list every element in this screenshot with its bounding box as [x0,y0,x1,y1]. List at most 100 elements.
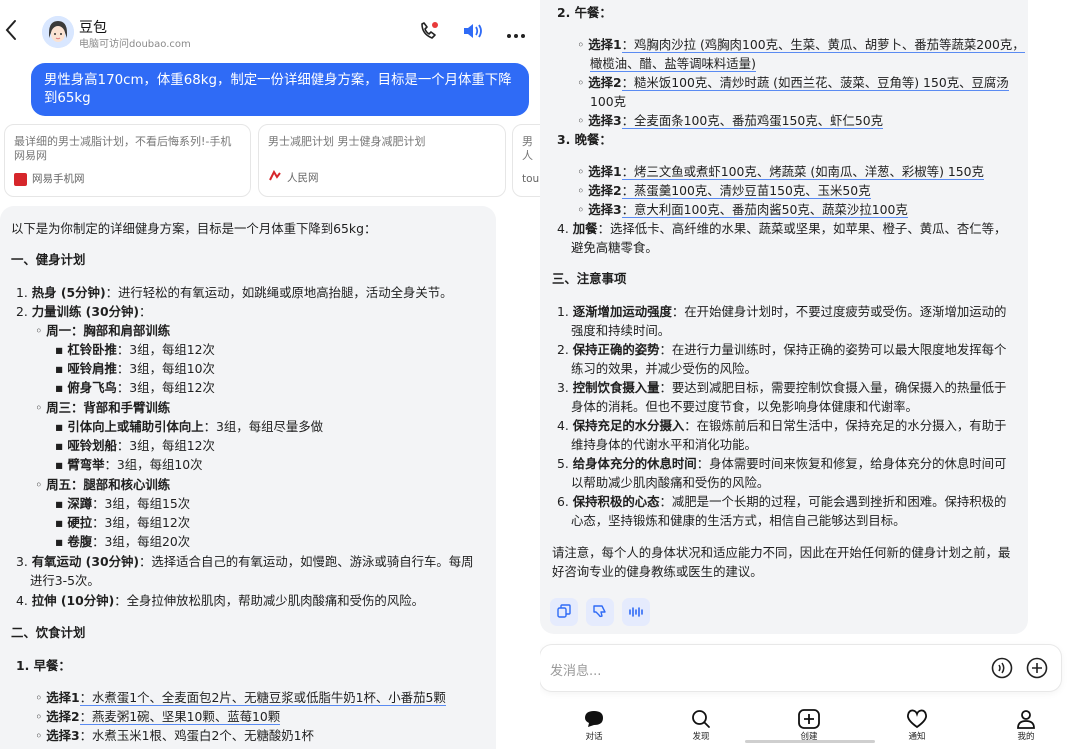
netease-logo-icon [14,172,27,186]
section-heading: 三、注意事项 [552,271,627,286]
list-item: ◦ 选择2：糙米饭100克、清炒时蔬 (如西兰花、菠菜、豆角等) 150克、豆腐… [577,75,1009,91]
reference-title: 男士减肥计划 男士健身减肥计划 [268,135,426,148]
list-item: 3. 控制饮食摄入量：要达到减肥目标，需要控制饮食摄入量，确保摄入的热量低于 [557,380,1007,395]
right-screen: 2. 午餐： ◦ 选择1：鸡胸肉沙拉 (鸡胸肉100克、生菜、黄瓜、胡萝卜、番茄… [540,0,1080,749]
reference-source: 网易手机网 [32,173,85,185]
tab-me[interactable]: 我的 [996,708,1056,742]
reference-title: 最详细的男士减脂计划，不看后悔系列!-手机网易网 [14,135,232,162]
back-icon[interactable] [4,18,26,46]
list-item: 2. 力量训练 (30分钟)： [16,304,152,319]
list-item: ▪ 杠铃卧推：3组，每组12次 [55,342,215,357]
list-item-continued: 100克 [590,94,627,109]
message-input[interactable]: 发消息... [550,660,601,679]
list-item: 6. 保持积极的心态：减肥是一个长期的过程，可能会遇到挫折和困难。保持积极的 [557,494,1007,509]
list-item: ◦ 选择3：意大利面100克、番茄肉酱50克、蔬菜沙拉100克 [577,202,908,218]
list-item: ◦ 选择1：水煮蛋1个、全麦面包2片、无糖豆浆或低脂牛奶1杯、小番茄5颗 [35,690,446,706]
list-item: ▪ 卷腹：3组，每组20次 [55,534,191,549]
list-item: 2. 保持正确的姿势：在进行力量训练时，保持正确的姿势可以最大限度地发挥每个 [557,342,1007,357]
reference-card[interactable]: 男士减肥计划 男士健身减肥计划 人民网 [258,124,506,197]
dislike-button[interactable] [586,598,614,626]
left-screen: 豆包 电脑可访问doubao.com 男性身高170cm，体重68kg，制定一份… [0,0,540,749]
list-item-continued: 身体的消耗。但也不要过度节食，以免影响身体健康和代谢率。 [571,399,918,414]
list-item: ◦ 周三：背部和手臂训练 [35,400,171,415]
meal-heading: 2. 午餐： [557,5,612,20]
read-aloud-button[interactable] [622,598,650,626]
more-icon[interactable] [506,24,526,43]
list-item-continued: 进行3-5次。 [30,573,100,588]
tab-discover[interactable]: 发现 [671,708,731,742]
list-item: ◦ 选择1：鸡胸肉沙拉 (鸡胸肉100克、生菜、黄瓜、胡萝卜、番茄等蔬菜200克… [577,37,1025,53]
reference-card[interactable]: 最详细的男士减脂计划，不看后悔系列!-手机网易网 网易手机网 [4,124,251,197]
create-icon [779,708,839,730]
list-item: 1. 热身 (5分钟)：进行轻松的有氧运动，如跳绳或原地高抬腿，活动全身关节。 [16,285,453,300]
tab-label: 对话 [585,732,603,742]
section-heading: 二、饮食计划 [11,625,86,640]
list-item-continued: 维持身体的代谢水平和消化功能。 [571,437,757,452]
list-item-continued: 心态，坚持锻炼和健康的生活方式，相信自己能够达到目标。 [571,513,906,528]
assistant-answer-part-1: 以下是为你制定的详细健身方案，目标是一个月体重下降到65kg： 一、健身计划 1… [0,206,496,749]
list-item-continued: 强度和持续时间。 [571,323,671,338]
list-item: ◦ 周一：胸部和肩部训练 [35,323,171,338]
meal-heading: 1. 早餐： [16,658,71,673]
list-item: ◦ 周五：腿部和核心训练 [35,477,171,492]
thumbs-down-icon [592,603,608,622]
tab-label: 我的 [1017,732,1035,742]
peoples-daily-logo-icon [268,169,282,186]
answer-intro: 以下是为你制定的详细健身方案，目标是一个月体重下降到65kg： [11,221,377,236]
list-item: 1. 逐渐增加运动强度：在开始健身计划时，不要过度疲劳或受伤。逐渐增加运动的 [557,304,1007,319]
list-item: ▪ 俯身飞鸟：3组，每组12次 [55,380,215,395]
list-item: ◦ 选择1：烤三文鱼或煮虾100克、烤蔬菜 (如南瓜、洋葱、彩椒等) 150克 [577,164,984,180]
list-item: 4. 保持充足的水分摄入：在锻炼前后和日常生活中，保持充足的水分摄入，有助于 [557,418,1007,433]
tab-label: 发现 [692,732,710,742]
list-item: ▪ 哑铃肩推：3组，每组10次 [55,361,215,376]
reference-title: 男人 [522,135,533,162]
list-item: 4. 加餐：选择低卡、高纤维的水果、蔬菜或坚果，如苹果、橙子、黄瓜、杏仁等， [557,221,1007,236]
bot-name: 豆包 [79,20,107,36]
list-item-continued: 避免高糖零食。 [571,240,658,255]
chat-header: 豆包 电脑可访问doubao.com [0,0,540,64]
list-item: ▪ 哑铃划船：3组，每组12次 [55,438,215,453]
tab-notifications[interactable]: 通知 [887,708,947,742]
copy-button[interactable] [550,598,578,626]
heart-icon [887,708,947,730]
assistant-answer-part-2: 2. 午餐： ◦ 选择1：鸡胸肉沙拉 (鸡胸肉100克、生菜、黄瓜、胡萝卜、番茄… [540,0,1028,634]
reference-source: 人民网 [287,172,319,184]
voice-call-icon[interactable] [991,657,1013,683]
list-item: ▪ 臂弯举：3组，每组10次 [55,457,203,472]
list-item: ◦ 选择2：蒸蛋羹100克、清炒豆苗150克、玉米50克 [577,183,871,199]
speaker-icon[interactable] [462,21,484,45]
message-composer[interactable]: 发消息... [540,645,1061,691]
meal-heading: 3. 晚餐： [557,132,612,147]
list-item: ▪ 深蹲：3组，每组15次 [55,496,191,511]
tab-chat[interactable]: 对话 [564,708,624,742]
list-item-continued: 以帮助减少肌肉酸痛和受伤的风险。 [571,475,770,490]
list-item: ▪ 硬拉：3组，每组12次 [55,515,191,530]
bot-subtitle: 电脑可访问doubao.com [79,39,191,50]
chat-icon [564,708,624,730]
copy-icon [557,603,571,622]
tab-label: 通知 [908,732,926,742]
user-message-bubble: 男性身高170cm，体重68kg，制定一份详细健身方案，目标是一个月体重下降到6… [31,63,529,116]
list-item: ▪ 引体向上或辅助引体向上：3组，每组尽量多做 [55,419,324,434]
list-item: 4. 拉伸 (10分钟)：全身拉伸放松肌肉，帮助减少肌肉酸痛和受伤的风险。 [16,593,424,608]
list-item: ◦ 选择2：燕麦粥1碗、坚果10颗、蓝莓10颗 [35,709,281,725]
user-icon [996,708,1056,730]
list-item: ◦ 选择3：全麦面条100克、番茄鸡蛋150克、虾仁50克 [577,113,883,129]
reference-card[interactable]: 男人 tou [512,124,540,197]
tab-create[interactable]: 创建 [779,708,839,742]
avatar[interactable] [42,16,74,48]
closing-text: 好咨询专业的健身教练或医生的建议。 [552,564,763,579]
list-item: 3. 有氧运动 (30分钟)：选择适合自己的有氧运动，如慢跑、游泳或骑自行车。每… [16,554,474,569]
reference-source: tou [522,173,540,185]
home-indicator [745,740,875,743]
sound-wave-icon [628,603,644,622]
search-icon [671,708,731,730]
closing-text: 请注意，每个人的身体状况和适应能力不同，因此在开始任何新的健身计划之前，最 [552,545,1011,560]
phone-call-icon[interactable] [418,20,440,46]
list-item-continued: 练习的效果，并减少受伤的风险。 [571,361,757,376]
section-heading: 一、健身计划 [11,252,86,267]
list-item: ◦ 选择3：水煮玉米1根、鸡蛋白2个、无糖酸奶1杯 [35,728,314,743]
list-item-continued: 橄榄油、醋、盐等调味料适量) [590,56,756,72]
add-icon[interactable] [1026,657,1048,683]
list-item: 5. 给身体充分的休息时间：身体需要时间来恢复和修复，给身体充分的休息时间可 [557,456,1007,471]
